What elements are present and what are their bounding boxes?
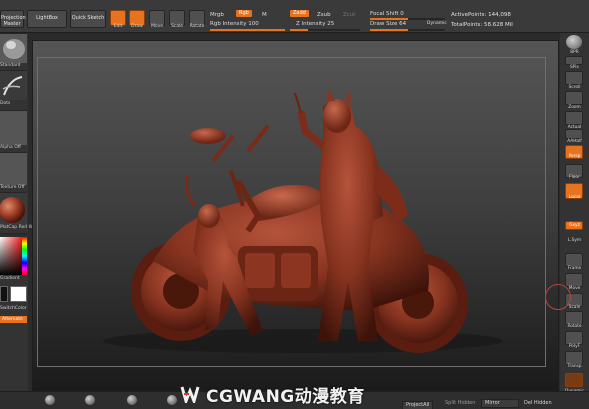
aahalf-button[interactable] xyxy=(565,129,583,139)
rotate-button[interactable] xyxy=(565,311,583,325)
brush-preset-2-icon[interactable] xyxy=(85,395,95,405)
rgb-intensity-slider-label: Rgb Intensity 100 xyxy=(210,21,259,27)
split-hidden-button[interactable]: Split Hidden xyxy=(445,400,475,406)
main-color-swatch[interactable] xyxy=(0,286,8,302)
alpha-label: Alpha Off xyxy=(0,145,21,150)
zoom-label: Zoom xyxy=(568,105,581,110)
mirror-button[interactable]: Mirror xyxy=(481,399,519,408)
left-shelf: Standard Dots Alpha Off Texture Off MatC… xyxy=(0,33,38,409)
project-all-button[interactable]: ProjectAll xyxy=(402,401,434,409)
scroll-button[interactable] xyxy=(565,71,583,85)
zcut-toggle[interactable]: Zcut xyxy=(343,12,355,18)
frame-button[interactable] xyxy=(565,253,583,267)
material-thumbnail[interactable] xyxy=(0,192,27,225)
focal-shift-slider[interactable] xyxy=(370,18,445,20)
gxyz-label: Gxyz xyxy=(569,223,580,228)
draw-mode-label: Draw xyxy=(131,24,143,29)
dynamic-toggle[interactable]: Dynamic xyxy=(427,21,447,26)
del-hidden-button[interactable]: Del Hidden xyxy=(524,400,552,406)
frame-label: Frame xyxy=(567,266,582,271)
polyf-button[interactable] xyxy=(565,331,583,345)
polyf-label: PolyF xyxy=(568,344,581,349)
sculpture-model[interactable] xyxy=(33,41,560,392)
brush-preset-1-icon[interactable] xyxy=(45,395,55,405)
brush-preset-4-icon[interactable] xyxy=(167,395,177,405)
dynamic-button[interactable] xyxy=(565,373,583,387)
lsym-label[interactable]: L.Sym xyxy=(560,238,589,243)
z-intensity-slider-label: Z Intensity 25 xyxy=(296,21,335,27)
rotate-mode-label: Rotate xyxy=(189,24,205,29)
draw-size-slider-label: Draw Size 64 xyxy=(370,21,407,27)
spix-button[interactable] xyxy=(565,56,583,65)
lightbox-button[interactable]: LightBox xyxy=(27,10,67,28)
secondary-color-swatch[interactable] xyxy=(10,286,27,302)
zsub-toggle[interactable]: Zsub xyxy=(317,12,331,18)
gradient-label: Gradient xyxy=(0,276,20,281)
total-points-readout: TotalPoints: 58.628 Mil xyxy=(451,22,513,28)
stroke-label: Dots xyxy=(0,101,11,106)
watermark-text: CGWANG动漫教育 xyxy=(206,386,365,407)
m-toggle[interactable]: M xyxy=(262,12,267,18)
z-intensity-slider[interactable] xyxy=(290,29,360,31)
transp-label: Transp xyxy=(567,364,582,369)
color-field[interactable] xyxy=(0,237,22,275)
stroke-preview-icon xyxy=(2,76,23,96)
move-button[interactable] xyxy=(565,273,583,287)
alternate-button[interactable]: Alternate xyxy=(0,316,27,323)
stroke-thumbnail[interactable] xyxy=(0,70,27,100)
focal-shift-slider-label: Focal Shift 0 xyxy=(370,11,404,17)
local-label: Local xyxy=(568,195,581,200)
texture-label: Texture Off xyxy=(0,185,25,190)
aahalf-label: AAHalf xyxy=(567,139,582,144)
mrgb-toggle[interactable]: Mrgb xyxy=(210,12,224,18)
brush-preview-icon xyxy=(3,39,25,59)
quick-sketch-button[interactable]: Quick Sketch xyxy=(70,10,106,28)
bpr-label: BPR xyxy=(570,50,579,55)
actual-button[interactable] xyxy=(565,111,583,125)
scale-mode-label: Scale xyxy=(170,24,184,29)
persp-label: Persp xyxy=(568,154,581,159)
zoom-button[interactable] xyxy=(565,91,583,105)
floor-label: Floor xyxy=(569,175,580,180)
hue-strip[interactable] xyxy=(22,237,27,275)
zadd-toggle[interactable]: Zadd xyxy=(290,10,309,17)
texture-thumbnail[interactable] xyxy=(0,152,27,185)
projection-master-button[interactable]: Projection Master xyxy=(0,10,26,28)
brush-cursor-ring xyxy=(545,284,571,310)
bpr-button[interactable] xyxy=(566,35,582,49)
brush-thumbnail[interactable] xyxy=(0,33,27,63)
transp-button[interactable] xyxy=(565,351,583,365)
draw-size-slider[interactable] xyxy=(370,29,445,31)
right-shelf: BPR SPix Scroll Zoom Actual AAHalf Persp… xyxy=(560,33,589,409)
active-points-readout: ActivePoints: 144,098 xyxy=(451,12,511,18)
rgb-toggle[interactable]: Rgb xyxy=(236,10,252,17)
rotate-label: Rotate xyxy=(567,324,582,329)
document-viewport[interactable] xyxy=(32,40,559,391)
watermark: CGWANG动漫教育 xyxy=(180,382,365,407)
cgwang-logo-icon xyxy=(180,386,200,403)
scroll-label: Scroll xyxy=(568,85,581,90)
alpha-thumbnail[interactable] xyxy=(0,110,27,145)
spix-label: SPix xyxy=(570,65,579,70)
brush-label: Standard xyxy=(0,63,21,68)
rgb-intensity-slider[interactable] xyxy=(210,29,285,31)
move-mode-label: Move xyxy=(150,24,164,29)
top-toolbar: Projection Master LightBox Quick Sketch … xyxy=(0,0,589,33)
material-sphere-icon xyxy=(0,197,25,223)
color-picker[interactable] xyxy=(0,233,27,275)
brush-preset-3-icon[interactable] xyxy=(127,395,137,405)
switch-color-button[interactable]: SwitchColor xyxy=(0,306,27,311)
